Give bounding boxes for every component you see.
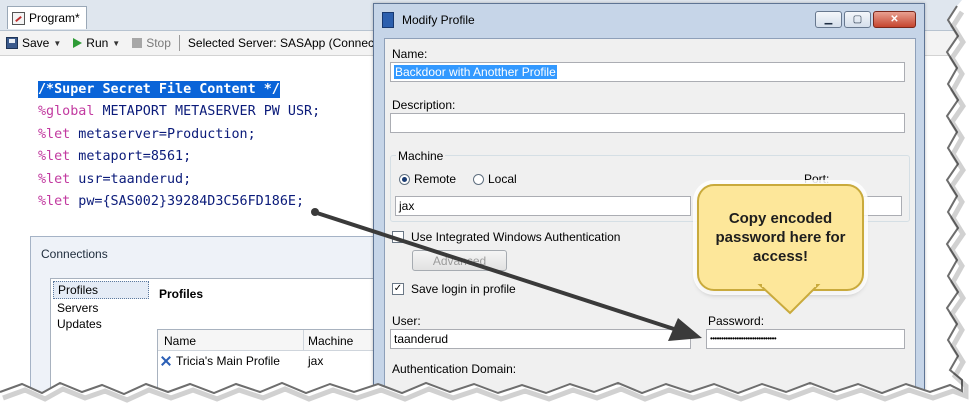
column-divider: [303, 330, 304, 350]
save-icon: [6, 37, 18, 49]
maximize-button[interactable]: ▢: [844, 11, 871, 28]
code-line: %let metaport=8561;: [38, 146, 320, 168]
code-comment: /*Super Secret File Content */: [38, 81, 280, 98]
program-icon: [12, 11, 25, 25]
save-button[interactable]: Save ▼: [0, 36, 67, 50]
screenshot-scene: Program* Save ▼ Run ▼ Stop Selected Serv…: [0, 0, 962, 392]
save-login-checkbox[interactable]: ✓: [392, 283, 404, 295]
close-button[interactable]: ✕: [873, 11, 916, 28]
user-field[interactable]: taanderud: [390, 329, 691, 349]
connections-nav: Profiles Servers Updates: [50, 278, 152, 392]
code-editor[interactable]: /*Super Secret File Content */ %global M…: [38, 79, 320, 213]
integrated-auth-label: Use Integrated Windows Authentication: [411, 230, 621, 244]
code-text: metaserver=Production;: [70, 126, 256, 142]
stop-icon: [132, 38, 143, 48]
local-label: Local: [488, 172, 517, 186]
nav-item-updates[interactable]: Updates: [51, 315, 151, 331]
code-text: metaport=8561;: [70, 149, 192, 165]
stop-label: Stop: [146, 36, 171, 50]
close-icon: ✕: [890, 14, 899, 25]
password-field-value: ••••••••••••••••••••••••••••••: [710, 334, 777, 343]
user-field-value: taanderud: [394, 332, 449, 346]
name-field-value: Backdoor with Anotther Profile: [394, 65, 557, 79]
callout-text: Copy encoded password here for access!: [715, 210, 846, 265]
selected-server-text: Selected Server: SASApp (Connecte: [187, 36, 385, 50]
code-line: %let usr=taanderud;: [38, 169, 320, 191]
code-keyword: %let: [38, 193, 71, 209]
instruction-callout: Copy encoded password here for access!: [697, 184, 864, 291]
password-label: Password:: [708, 314, 765, 328]
remote-label: Remote: [414, 172, 457, 186]
code-keyword: %let: [38, 171, 71, 187]
nav-item-profiles[interactable]: Profiles: [53, 281, 149, 299]
code-text: METAPORT METASERVER PW USR;: [94, 104, 321, 120]
advanced-button[interactable]: Advanced: [412, 250, 507, 271]
maximize-icon: ▢: [852, 14, 863, 25]
integrated-auth-checkbox[interactable]: [392, 231, 404, 243]
dialog-title: Modify Profile: [402, 13, 475, 27]
save-label: Save: [22, 36, 50, 50]
code-line: %let metaserver=Production;: [38, 124, 320, 146]
toolbar-divider: [178, 35, 180, 51]
description-field[interactable]: [390, 113, 905, 133]
code-line: %let pw={SAS002}39284D3C56FD186E;: [38, 191, 320, 213]
machine-field-value: jax: [399, 199, 415, 213]
profiles-heading: Profiles: [159, 287, 204, 301]
column-header-machine[interactable]: Machine: [308, 334, 353, 348]
dialog-icon: [382, 12, 394, 28]
code-keyword: %global: [38, 104, 95, 120]
run-label: Run: [86, 36, 109, 50]
name-field[interactable]: Backdoor with Anotther Profile: [390, 62, 905, 82]
chevron-down-icon[interactable]: ▼: [112, 39, 120, 48]
code-keyword: %let: [38, 126, 71, 142]
run-button[interactable]: Run ▼: [67, 36, 126, 50]
name-label: Name:: [392, 47, 428, 61]
column-header-name[interactable]: Name: [164, 334, 196, 348]
minimize-button[interactable]: ▁: [815, 11, 842, 28]
code-line: %global METAPORT METASERVER PW USR;: [38, 101, 320, 123]
connections-window: Connections Profiles Servers Updates Pro…: [30, 236, 377, 392]
code-keyword: %let: [38, 149, 71, 165]
stop-button[interactable]: Stop: [126, 36, 177, 50]
user-label: User:: [392, 314, 421, 328]
password-field[interactable]: ••••••••••••••••••••••••••••••: [706, 329, 905, 349]
tab-program[interactable]: Program*: [7, 6, 87, 29]
machine-group-label: Machine: [396, 149, 446, 163]
code-line: /*Super Secret File Content */: [38, 79, 320, 101]
table-row[interactable]: Tricia's Main Profile: [160, 354, 280, 368]
profile-icon: [160, 355, 172, 367]
profiles-panel: Profiles Name Machine Tricia's Main Prof…: [151, 278, 377, 392]
profile-name: Tricia's Main Profile: [176, 354, 280, 368]
machine-field[interactable]: jax: [395, 196, 691, 216]
run-icon: [73, 38, 83, 48]
chevron-down-icon[interactable]: ▼: [53, 39, 61, 48]
code-text: usr=taanderud;: [70, 171, 192, 187]
auth-domain-label: Authentication Domain:: [392, 362, 517, 376]
local-radio[interactable]: [473, 174, 484, 185]
selected-server: Selected Server: SASApp (Connecte: [182, 36, 390, 50]
tab-program-label: Program*: [29, 11, 80, 25]
nav-item-servers[interactable]: Servers: [51, 299, 151, 315]
minimize-icon: ▁: [824, 14, 833, 25]
connections-title: Connections: [41, 247, 108, 261]
remote-radio[interactable]: [399, 174, 410, 185]
save-login-label: Save login in profile: [411, 282, 516, 296]
table-header: Name Machine: [158, 330, 376, 351]
profile-machine: jax: [308, 354, 324, 368]
code-text: pw={SAS002}39284D3C56FD186E;: [70, 193, 305, 209]
profiles-table: Name Machine Tricia's Main Profile jax: [157, 329, 377, 392]
description-label: Description:: [392, 98, 456, 112]
